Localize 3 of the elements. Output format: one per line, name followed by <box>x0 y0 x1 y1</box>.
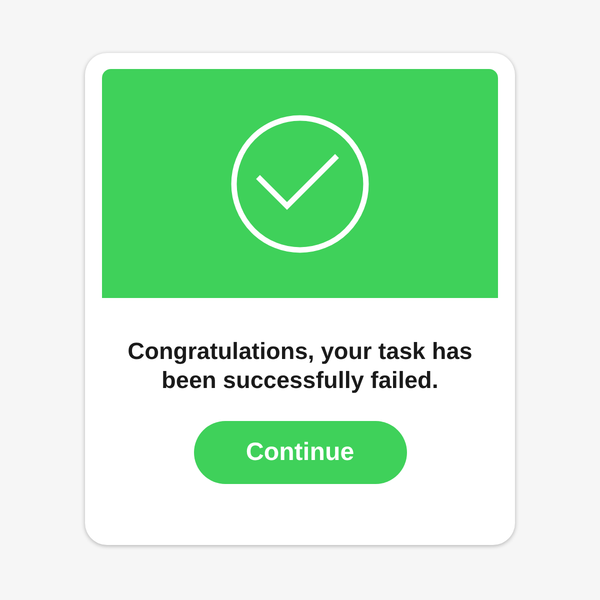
message-text: Congratulations, your task has been successfully failed. <box>126 337 474 395</box>
check-circle-icon <box>229 112 371 254</box>
continue-button[interactable]: Continue <box>194 421 406 484</box>
